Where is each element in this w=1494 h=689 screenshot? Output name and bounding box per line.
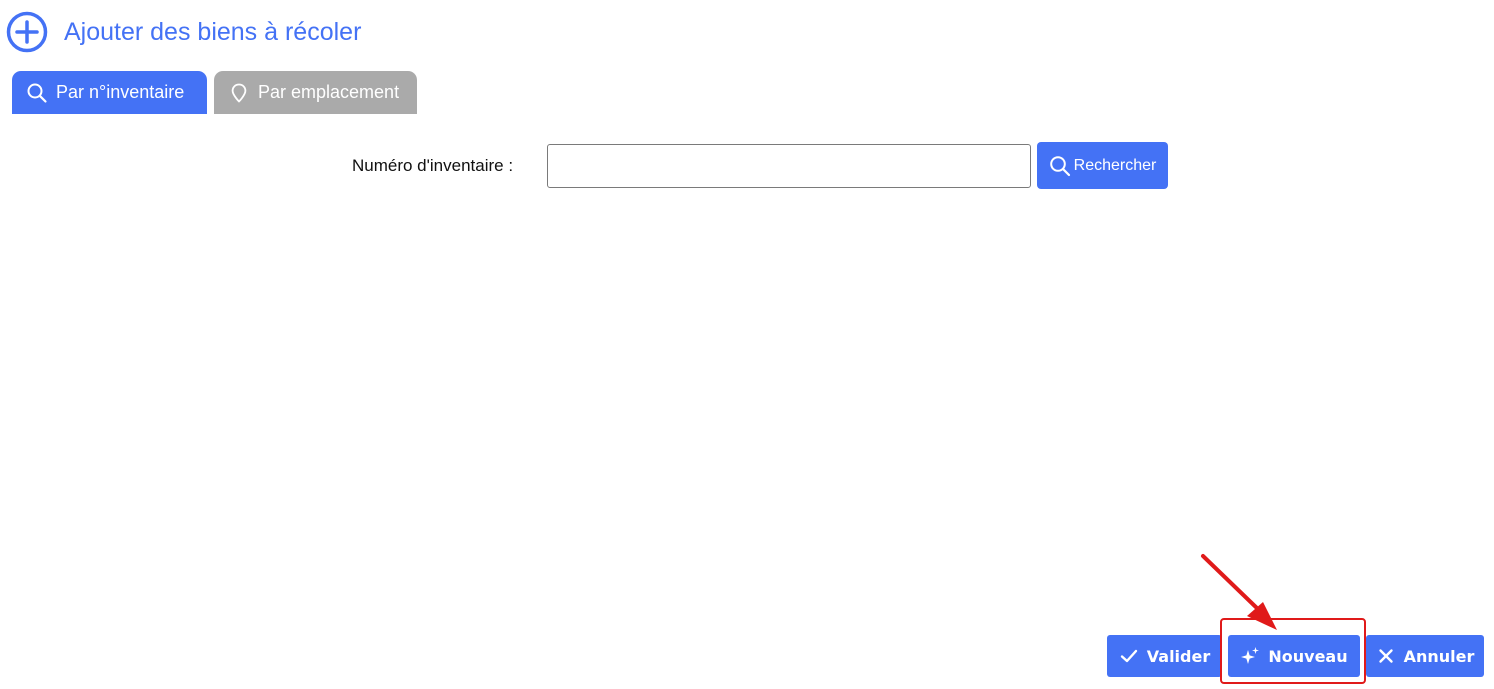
tab-par-emplacement[interactable]: Par emplacement	[214, 71, 417, 114]
tab-bar: Par n°inventaire Par emplacement	[12, 71, 417, 114]
valider-label: Valider	[1146, 646, 1211, 666]
search-icon	[1049, 155, 1070, 176]
location-pin-icon	[231, 83, 247, 102]
inventory-number-label: Numéro d'inventaire :	[352, 155, 514, 175]
page: Ajouter des biens à récoler Par n°invent…	[0, 0, 1494, 689]
tab-label: Par emplacement	[258, 82, 400, 102]
tab-par-inventaire[interactable]: Par n°inventaire	[12, 71, 207, 114]
search-button[interactable]: Rechercher	[1037, 142, 1168, 189]
annotation-arrow-icon	[1201, 554, 1277, 630]
search-row: Numéro d'inventaire : Rechercher	[352, 142, 1168, 189]
check-icon	[1120, 649, 1137, 663]
valider-button[interactable]: Valider	[1107, 635, 1222, 677]
footer-actions: Valider Nouveau Annuler	[1107, 635, 1484, 677]
inventory-number-input[interactable]	[547, 143, 1031, 188]
sparkle-icon	[1241, 647, 1260, 664]
search-button-label: Rechercher	[1073, 156, 1157, 174]
annuler-label: Annuler	[1403, 646, 1475, 666]
plus-circle-icon[interactable]	[6, 11, 48, 53]
page-title: Ajouter des biens à récoler	[64, 18, 362, 46]
tab-label: Par n°inventaire	[56, 82, 185, 102]
annuler-button[interactable]: Annuler	[1366, 635, 1484, 677]
nouveau-label: Nouveau	[1268, 646, 1348, 666]
header: Ajouter des biens à récoler	[6, 11, 361, 53]
search-icon	[27, 83, 47, 103]
nouveau-button[interactable]: Nouveau	[1228, 635, 1360, 677]
close-icon	[1378, 649, 1393, 663]
